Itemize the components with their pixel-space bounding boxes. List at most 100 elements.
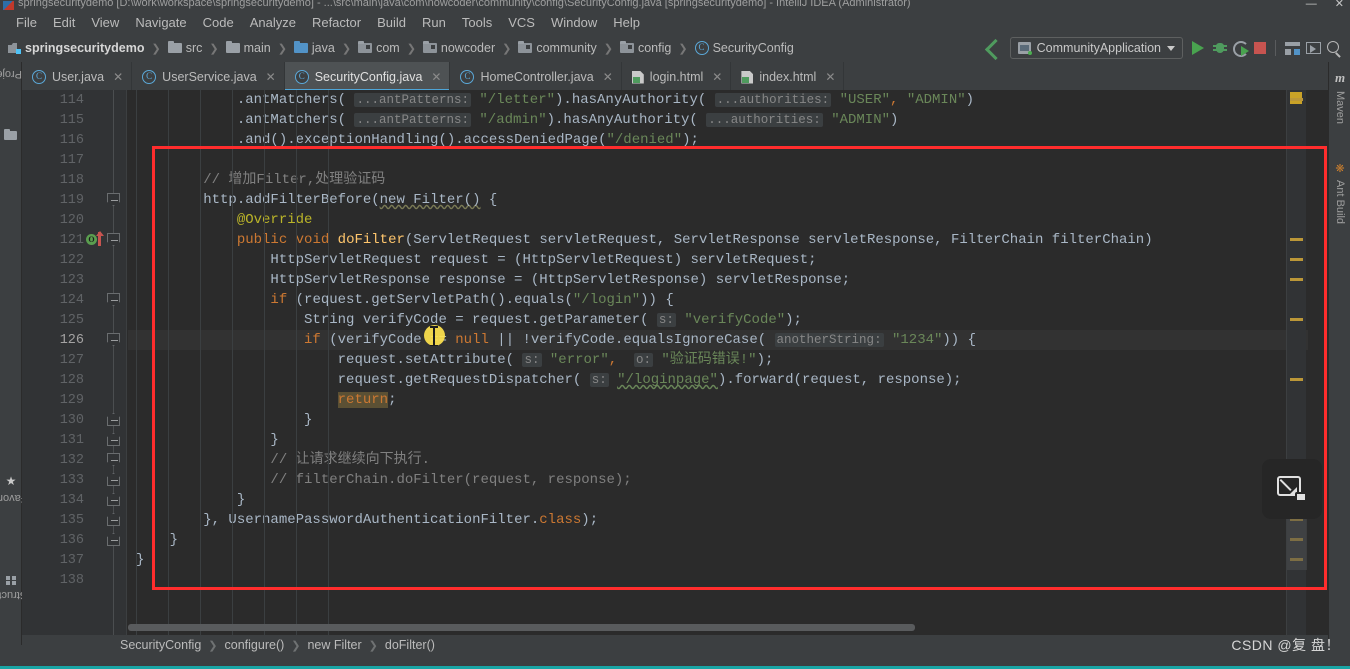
code-line[interactable]: .antMatchers( ...antPatterns: "/admin").… bbox=[128, 110, 1308, 130]
menu-item-view[interactable]: View bbox=[83, 13, 127, 32]
code-fold-marker[interactable] bbox=[107, 473, 120, 486]
back-arrow-icon[interactable] bbox=[984, 38, 1004, 58]
code-line[interactable] bbox=[128, 150, 1308, 170]
close-icon[interactable]: ✕ bbox=[712, 70, 722, 84]
menu-item-file[interactable]: File bbox=[8, 13, 45, 32]
close-button[interactable]: ✕ bbox=[1335, 0, 1344, 10]
menu-item-edit[interactable]: Edit bbox=[45, 13, 83, 32]
editor-code-area[interactable]: .antMatchers( ...antPatterns: "/letter")… bbox=[128, 90, 1308, 635]
code-fold-marker[interactable] bbox=[107, 513, 120, 526]
code-line[interactable]: return; bbox=[128, 390, 1308, 410]
sidebar-item-project[interactable]: 1: Project bbox=[0, 64, 34, 84]
tab-user-java[interactable]: C User.java ✕ bbox=[22, 62, 133, 92]
marker-warning[interactable] bbox=[1290, 378, 1303, 381]
tab-login-html[interactable]: login.html ✕ bbox=[622, 62, 732, 92]
scrollbar-thumb[interactable] bbox=[128, 624, 915, 631]
status-breadcrumb-item-dofilter[interactable]: doFilter() bbox=[385, 638, 435, 652]
marker-warning[interactable] bbox=[1290, 258, 1303, 261]
marker-warning[interactable] bbox=[1290, 98, 1303, 101]
menu-item-run[interactable]: Run bbox=[414, 13, 454, 32]
breadcrumb-item-module[interactable]: springsecuritydemo bbox=[6, 40, 146, 56]
menu-item-tools[interactable]: Tools bbox=[454, 13, 500, 32]
run-configuration-selector[interactable]: CommunityApplication bbox=[1009, 37, 1183, 59]
code-line[interactable]: .antMatchers( ...antPatterns: "/letter")… bbox=[128, 90, 1308, 110]
close-icon[interactable]: ✕ bbox=[825, 70, 835, 84]
sidebar-item-ant-build[interactable]: ❋ Ant Build bbox=[1329, 158, 1350, 228]
breadcrumb-item-main[interactable]: main bbox=[224, 40, 273, 56]
status-breadcrumb-item-configure[interactable]: configure() bbox=[225, 638, 285, 652]
code-line[interactable]: http.addFilterBefore(new Filter() { bbox=[128, 190, 1308, 210]
code-fold-marker[interactable] bbox=[107, 493, 120, 506]
code-editor[interactable]: 114 115 116 117 118 119 120 121 122 123 124 125 126 1… bbox=[22, 90, 1328, 635]
breadcrumb-item-java[interactable]: java bbox=[292, 40, 337, 56]
close-icon[interactable]: ✕ bbox=[113, 70, 123, 84]
menu-item-vcs[interactable]: VCS bbox=[500, 13, 543, 32]
code-line[interactable]: request.getRequestDispatcher( s: "/login… bbox=[128, 370, 1308, 390]
search-everywhere-icon[interactable] bbox=[1327, 40, 1342, 56]
code-fold-marker[interactable] bbox=[107, 453, 120, 466]
tab-securityconfig-java[interactable]: C SecurityConfig.java ✕ bbox=[284, 62, 451, 92]
menu-item-build[interactable]: Build bbox=[369, 13, 414, 32]
close-icon[interactable]: ✕ bbox=[603, 70, 613, 84]
run-with-coverage-button[interactable] bbox=[1233, 40, 1249, 57]
code-fold-marker[interactable] bbox=[107, 433, 120, 446]
code-line[interactable]: } bbox=[128, 530, 1308, 550]
marker-warning[interactable] bbox=[1290, 238, 1303, 241]
sidebar-item-structure[interactable]: 7: Structure bbox=[0, 572, 39, 605]
breadcrumb-item-community[interactable]: community bbox=[516, 40, 598, 56]
code-line[interactable]: @Override bbox=[128, 210, 1308, 230]
code-fold-marker[interactable] bbox=[107, 233, 120, 246]
tab-userservice-java[interactable]: C UserService.java ✕ bbox=[132, 62, 285, 92]
code-line[interactable]: HttpServletResponse response = (HttpServ… bbox=[128, 270, 1308, 290]
sidebar-item-favorites[interactable]: 2: Favorites ★ bbox=[0, 470, 40, 508]
debug-button[interactable] bbox=[1213, 41, 1227, 55]
window-controls[interactable]: — ✕ bbox=[1306, 0, 1344, 10]
code-line[interactable]: request.setAttribute( s: "error", o: "验证… bbox=[128, 350, 1308, 370]
code-line[interactable] bbox=[128, 570, 1308, 590]
override-method-icon[interactable]: O bbox=[84, 231, 106, 248]
code-fold-marker[interactable] bbox=[107, 333, 120, 346]
code-line[interactable]: public void doFilter(ServletRequest serv… bbox=[128, 230, 1308, 250]
code-fold-marker[interactable] bbox=[107, 293, 120, 306]
horizontal-scrollbar[interactable] bbox=[128, 624, 1308, 631]
code-line[interactable]: // filterChain.doFilter(request, respons… bbox=[128, 470, 1308, 490]
project-structure-button[interactable] bbox=[1285, 41, 1300, 55]
menu-item-help[interactable]: Help bbox=[605, 13, 648, 32]
code-line[interactable]: // 增加Filter,处理验证码 bbox=[128, 170, 1308, 190]
tab-index-html[interactable]: index.html ✕ bbox=[731, 62, 845, 92]
code-line[interactable]: .and().exceptionHandling().accessDeniedP… bbox=[128, 130, 1308, 150]
code-line[interactable]: } bbox=[128, 410, 1308, 430]
close-icon[interactable]: ✕ bbox=[431, 70, 441, 84]
status-breadcrumb-item-new-filter[interactable]: new Filter bbox=[307, 638, 361, 652]
code-line[interactable]: }, UsernamePasswordAuthenticationFilter.… bbox=[128, 510, 1308, 530]
run-button[interactable] bbox=[1192, 41, 1204, 55]
marker-warning[interactable] bbox=[1290, 278, 1303, 281]
breadcrumb-item-config[interactable]: config bbox=[618, 40, 673, 56]
menu-item-code[interactable]: Code bbox=[195, 13, 242, 32]
code-line[interactable]: if (request.getServletPath().equals("/lo… bbox=[128, 290, 1308, 310]
code-line[interactable]: if (verifyCode == null || !verifyCode.eq… bbox=[128, 330, 1308, 350]
code-line[interactable]: } bbox=[128, 490, 1308, 510]
code-line[interactable]: HttpServletRequest request = (HttpServle… bbox=[128, 250, 1308, 270]
stop-button[interactable] bbox=[1254, 42, 1266, 54]
code-fold-marker[interactable] bbox=[107, 193, 120, 206]
breadcrumb-item-com[interactable]: com bbox=[356, 40, 402, 56]
breadcrumb-item-class[interactable]: C SecurityConfig bbox=[693, 40, 796, 56]
code-fold-marker[interactable] bbox=[107, 413, 120, 426]
close-icon[interactable]: ✕ bbox=[266, 70, 276, 84]
menu-item-analyze[interactable]: Analyze bbox=[242, 13, 304, 32]
code-line[interactable]: } bbox=[128, 550, 1308, 570]
code-line[interactable]: } bbox=[128, 430, 1308, 450]
menu-item-refactor[interactable]: Refactor bbox=[304, 13, 369, 32]
sidebar-item-maven[interactable]: m Maven bbox=[1329, 66, 1350, 128]
breadcrumb-item-src[interactable]: src bbox=[166, 40, 205, 56]
code-line[interactable]: String verifyCode = request.getParameter… bbox=[128, 310, 1308, 330]
marker-warning[interactable] bbox=[1290, 318, 1303, 321]
screenshot-capture-widget[interactable] bbox=[1262, 459, 1322, 519]
minimize-button[interactable]: — bbox=[1306, 0, 1317, 10]
editor-marker-bar[interactable] bbox=[1286, 90, 1307, 635]
menu-item-window[interactable]: Window bbox=[543, 13, 605, 32]
terminal-button[interactable] bbox=[1306, 42, 1321, 54]
status-breadcrumb-item-class[interactable]: SecurityConfig bbox=[120, 638, 201, 652]
code-fold-marker[interactable] bbox=[107, 533, 120, 546]
